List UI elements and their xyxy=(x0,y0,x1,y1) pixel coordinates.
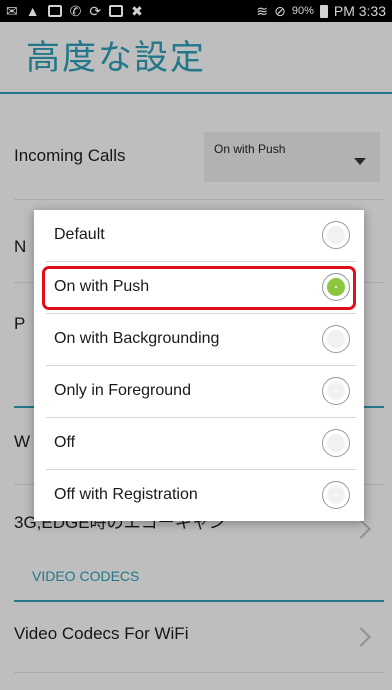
option-label: On with Backgrounding xyxy=(54,330,220,347)
screen: ✉ ▲ ✆ ⟳ ✖ ≋ ⊘ 90% PM 3:33 高度な設定 Incoming… xyxy=(0,0,392,690)
option-label: Off xyxy=(54,434,76,451)
option-label: Default xyxy=(54,226,105,243)
radio-button-icon[interactable] xyxy=(322,325,350,353)
option-label: Only in Foreground xyxy=(54,382,191,399)
radio-button-icon[interactable] xyxy=(322,481,350,509)
option-default[interactable]: Default xyxy=(34,210,364,261)
radio-button-icon[interactable] xyxy=(322,221,350,249)
option-off[interactable]: Off xyxy=(34,418,364,469)
radio-button-icon[interactable] xyxy=(322,429,350,457)
option-off-with-registration[interactable]: Off with Registration xyxy=(34,470,364,521)
option-on-with-backgrounding[interactable]: On with Backgrounding xyxy=(34,314,364,365)
selection-highlight xyxy=(42,266,356,310)
option-label: Off with Registration xyxy=(54,486,198,503)
option-only-in-foreground[interactable]: Only in Foreground xyxy=(34,366,364,417)
radio-button-icon[interactable] xyxy=(322,377,350,405)
incoming-calls-dialog: Default On with Push On with Backgroundi… xyxy=(34,210,364,521)
